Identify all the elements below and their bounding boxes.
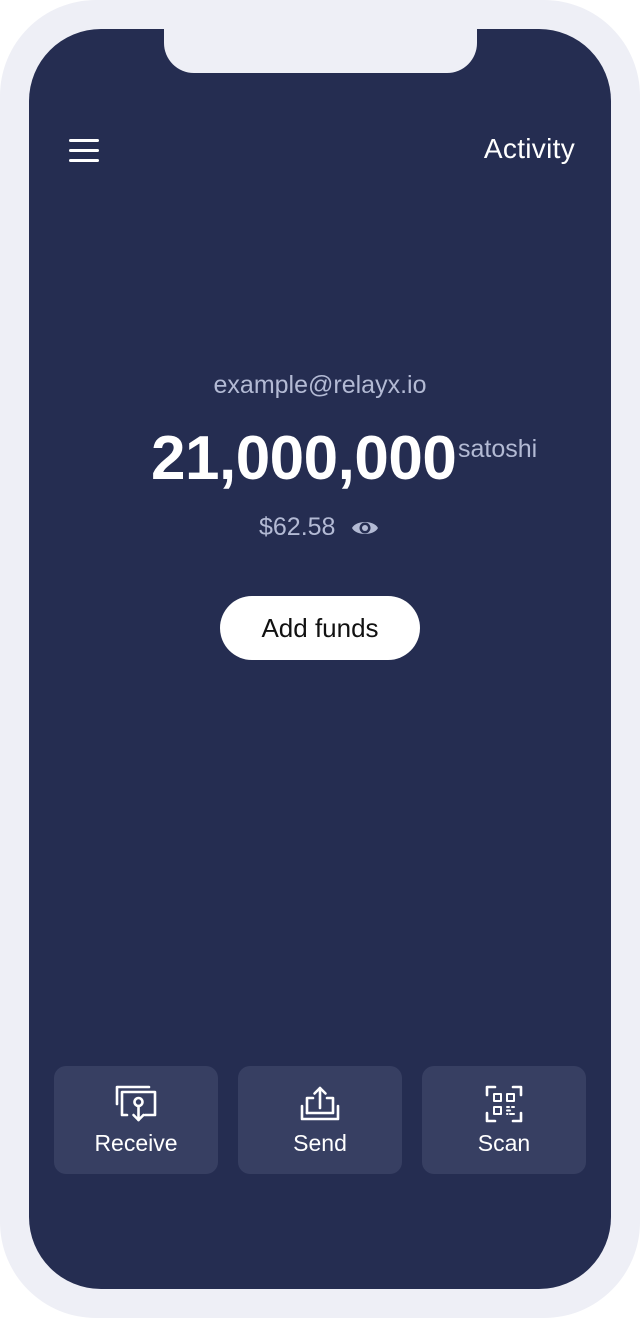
scan-label: Scan — [477, 1130, 531, 1156]
send-label: Send — [293, 1130, 347, 1156]
action-bar: Receive Send Scan — [54, 1066, 586, 1174]
fiat-value: $62.58 — [259, 513, 336, 541]
account-email: example@relayx.io — [213, 371, 427, 399]
hamburger-menu-icon[interactable] — [67, 135, 101, 165]
scan-button[interactable]: Scan — [422, 1066, 586, 1174]
balance-unit: satoshi — [458, 435, 538, 463]
app-screen: Activity example@relayx.io 21,000,000 sa… — [29, 29, 611, 1289]
add-funds-button[interactable]: Add funds — [220, 596, 420, 660]
receive-icon — [115, 1085, 157, 1122]
receive-button[interactable]: Receive — [54, 1066, 218, 1174]
qr-scan-icon — [485, 1085, 523, 1123]
phone-frame: Activity example@relayx.io 21,000,000 sa… — [0, 0, 640, 1318]
send-icon — [300, 1086, 340, 1121]
send-button[interactable]: Send — [238, 1066, 402, 1174]
receive-label: Receive — [94, 1130, 178, 1156]
balance-amount: 21,000,000 — [151, 424, 457, 493]
phone-notch — [164, 29, 477, 73]
activity-link[interactable]: Activity — [484, 133, 575, 165]
eye-icon[interactable] — [351, 517, 379, 539]
